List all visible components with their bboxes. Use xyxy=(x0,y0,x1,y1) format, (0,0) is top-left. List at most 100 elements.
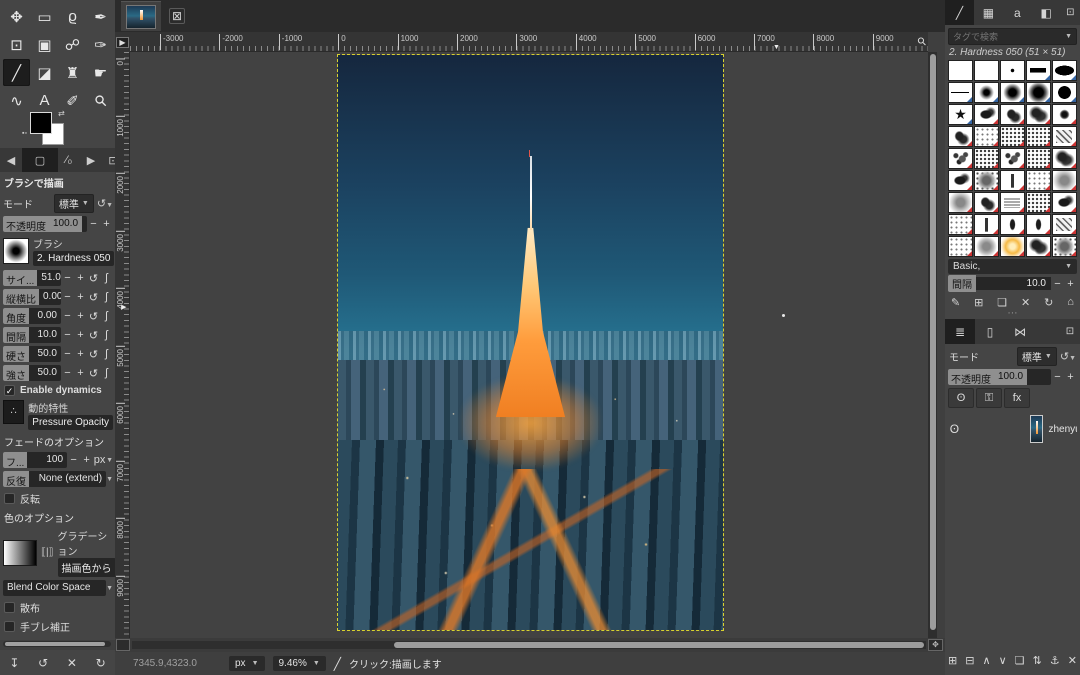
layer-item[interactable]: ʘ zhenyu-luo xyxy=(945,411,1080,447)
fade-unit-select[interactable]: px xyxy=(93,454,106,466)
option-slider-間隔[interactable]: 間隔10.0−+↺ʃ xyxy=(3,327,113,343)
brush-cell[interactable] xyxy=(948,82,973,103)
option-slider-硬さ[interactable]: 硬さ50.0−+↺ʃ xyxy=(3,346,113,362)
edit-brush-button[interactable]: ✎ xyxy=(951,296,960,309)
decrease-button[interactable]: − xyxy=(61,367,74,379)
brush-preview[interactable] xyxy=(3,238,29,264)
layer-mode-reset-button[interactable]: ↺▼ xyxy=(1060,350,1076,363)
decrease-button[interactable]: − xyxy=(87,218,100,230)
brush-cell[interactable] xyxy=(1000,82,1025,103)
tab-channels[interactable]: ▯ xyxy=(975,319,1005,344)
duplicate-brush-button[interactable]: ❏ xyxy=(997,296,1007,309)
swap-colors-icon[interactable]: ⇄ xyxy=(58,109,65,118)
brush-cell[interactable] xyxy=(1026,104,1051,125)
image-tab[interactable] xyxy=(121,1,161,31)
merge-layer-button[interactable]: ⇅ xyxy=(1033,654,1042,667)
canvas-menu-button[interactable]: ▶ xyxy=(115,32,130,52)
brush-cell[interactable] xyxy=(1026,60,1051,81)
brush-cell[interactable] xyxy=(948,170,973,191)
curve-button[interactable]: ʃ xyxy=(100,348,113,360)
tab-gradients[interactable]: ◧ xyxy=(1032,0,1061,25)
eraser-tool[interactable]: ◪ xyxy=(31,59,58,86)
reset-button[interactable]: ↺ xyxy=(87,329,100,342)
brush-cell[interactable] xyxy=(1000,60,1025,81)
tab-fonts[interactable]: a xyxy=(1003,0,1032,25)
increase-button[interactable]: + xyxy=(74,272,87,284)
option-slider-強さ[interactable]: 強さ50.0−+↺ʃ xyxy=(3,365,113,381)
brush-cell[interactable] xyxy=(974,236,999,257)
refresh-brushes-button[interactable]: ↻ xyxy=(1044,296,1053,309)
horizontal-scrollbar[interactable] xyxy=(132,641,926,649)
brush-cell[interactable] xyxy=(948,192,973,213)
decrease-button[interactable]: − xyxy=(1051,371,1064,383)
reset-button[interactable]: ↺ xyxy=(87,272,100,285)
brush-cell[interactable] xyxy=(1026,126,1051,147)
unit-select[interactable]: px▼ xyxy=(229,656,265,671)
brush-cell[interactable] xyxy=(974,104,999,125)
visibility-toggle-icon[interactable]: ʘ xyxy=(948,388,974,408)
increase-button[interactable]: + xyxy=(74,367,87,379)
brush-cell[interactable] xyxy=(974,170,999,191)
brush-cell[interactable] xyxy=(1000,192,1025,213)
gradient-select[interactable]: 描画色から xyxy=(58,558,116,577)
brush-cell[interactable] xyxy=(1052,104,1077,125)
brush-cell[interactable] xyxy=(1000,126,1025,147)
option-checkbox-手ブレ補正[interactable]: 手ブレ補正 xyxy=(4,619,112,634)
open-brush-location-button[interactable]: ⌂ xyxy=(1067,296,1074,309)
brush-cell[interactable] xyxy=(1000,236,1025,257)
repeat-select-row[interactable]: 反復None (extend) ▼ xyxy=(3,471,113,487)
brush-cell[interactable] xyxy=(974,60,999,81)
increase-button[interactable]: + xyxy=(74,291,87,303)
delete-preset-button[interactable]: ✕ xyxy=(67,656,77,670)
reset-button[interactable]: ↺ xyxy=(87,291,100,304)
brush-cell[interactable] xyxy=(1000,214,1025,235)
brush-cell[interactable]: ★ xyxy=(948,104,973,125)
duplicate-layer-button[interactable]: ❏ xyxy=(1015,654,1025,667)
move-tool[interactable]: ✥ xyxy=(3,3,30,30)
brush-cell[interactable] xyxy=(974,82,999,103)
free-select-tool[interactable]: ϱ xyxy=(59,3,86,30)
option-slider-サイ...[interactable]: サイ...51.00−+↺ʃ xyxy=(3,270,113,286)
image-layer[interactable] xyxy=(338,55,723,630)
decrease-button[interactable]: − xyxy=(61,291,74,303)
reset-button[interactable]: ↺ xyxy=(87,310,100,323)
foreground-color-swatch[interactable] xyxy=(30,112,52,134)
curve-button[interactable]: ʃ xyxy=(100,310,113,322)
text-tool[interactable]: A xyxy=(31,87,58,114)
brush-select[interactable]: 2. Hardness 050 xyxy=(33,251,114,266)
decrease-button[interactable]: − xyxy=(61,348,74,360)
reverse-checkbox[interactable]: 反転 xyxy=(4,491,112,506)
navigation-button[interactable]: ✥ xyxy=(928,639,943,651)
tab-layers[interactable]: ≣ xyxy=(945,319,975,344)
option-checkbox-散布[interactable]: 散布 xyxy=(4,600,112,615)
brush-cell[interactable] xyxy=(974,148,999,169)
paintbrush-tool[interactable]: ╱ xyxy=(3,59,30,86)
layer-opacity-slider[interactable]: 不透明度100.0 − + xyxy=(948,369,1077,385)
brush-cell[interactable] xyxy=(1052,82,1077,103)
dynamics-icon[interactable]: ∴ xyxy=(3,400,24,424)
brush-cell[interactable] xyxy=(1052,214,1077,235)
rectangle-select-tool[interactable]: ▭ xyxy=(31,3,58,30)
increase-button[interactable]: + xyxy=(1064,278,1077,290)
paths-tool[interactable]: ∿ xyxy=(3,87,30,114)
search-input[interactable] xyxy=(953,32,1065,42)
curve-button[interactable]: ʃ xyxy=(100,329,113,341)
increase-button[interactable]: + xyxy=(74,348,87,360)
tab-device-status[interactable]: ⁄₀ xyxy=(58,148,80,172)
vertical-scrollbar[interactable] xyxy=(928,52,937,638)
tab-tool-options[interactable]: ▢ xyxy=(22,148,58,172)
warp-tool[interactable]: ☍ xyxy=(59,31,86,58)
brush-cell[interactable] xyxy=(974,126,999,147)
enable-dynamics-checkbox[interactable]: ✓ Enable dynamics xyxy=(4,385,112,396)
tab-paths[interactable]: ⋈ xyxy=(1005,319,1035,344)
zoom-tool[interactable]: ⚲ xyxy=(81,81,119,119)
option-slider-角度[interactable]: 角度0.00−+↺ʃ xyxy=(3,308,113,324)
reset-preset-button[interactable]: ↻ xyxy=(96,656,106,670)
option-slider-縦横比[interactable]: 縦横比0.00−+↺ʃ xyxy=(3,289,113,305)
increase-button[interactable]: + xyxy=(1064,371,1077,383)
brush-cell[interactable] xyxy=(1052,192,1077,213)
save-preset-button[interactable]: ↧ xyxy=(9,656,19,670)
quick-mask-toggle[interactable] xyxy=(116,639,130,651)
mode-reset-button[interactable]: ↺▼ xyxy=(97,197,113,210)
brush-cell[interactable] xyxy=(1052,126,1077,147)
